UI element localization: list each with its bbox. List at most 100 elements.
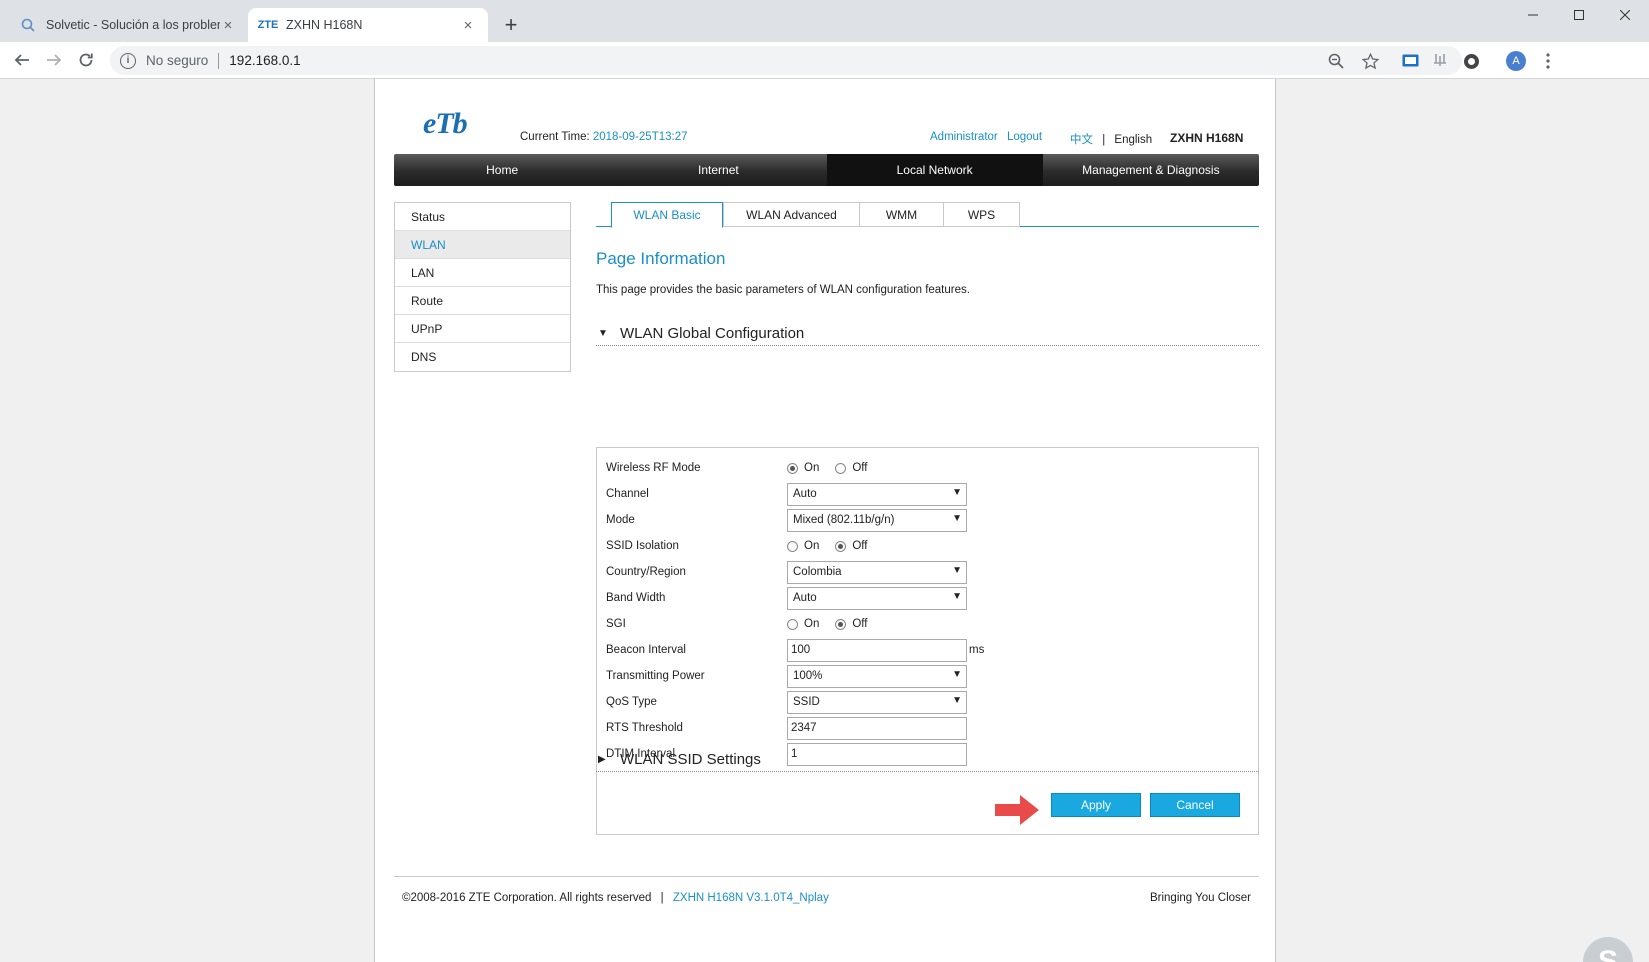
ssid-isolation-radio-group: On Off [787,540,883,552]
forward-arrow-icon[interactable] [40,46,68,74]
etb-logo: eTb [423,107,468,140]
nav-internet[interactable]: Internet [610,154,826,186]
zoom-icon[interactable] [1326,51,1346,71]
extension-icon[interactable] [1430,51,1450,71]
ssid-isolation-on-radio[interactable] [787,540,798,552]
minimize-window-icon[interactable] [1510,0,1556,30]
footer-separator: | [660,892,664,904]
address-bar[interactable]: i No seguro 192.168.0.1 [110,46,1462,75]
qos-type-select[interactable]: SSID ▼ [787,690,967,714]
field-label: Band Width [606,592,666,604]
copyright-text: ©2008-2016 ZTE Corporation. All rights r… [402,892,652,904]
url-text[interactable]: 192.168.0.1 [229,53,300,68]
ssid-isolation-off-radio[interactable] [835,540,847,552]
tab-wlan-advanced[interactable]: WLAN Advanced [723,202,860,227]
row-ssid-isolation: SSID Isolation On Off [606,534,883,558]
row-wireless-rf-mode: Wireless RF Mode On Off [606,456,883,480]
select-value: Auto [793,488,817,500]
rf-mode-on-radio[interactable] [787,462,798,474]
country-select[interactable]: Colombia ▼ [787,560,967,584]
tab-wmm[interactable]: WMM [859,202,944,227]
browser-viewport: eTb Current Time: 2018-09-25T13:27 Admin… [0,79,1649,962]
beacon-interval-input[interactable]: 100 [787,638,967,662]
field-label: Transmitting Power [606,670,705,682]
current-time-label: Current Time: [520,131,590,143]
back-arrow-icon[interactable] [8,46,36,74]
sgi-on-radio[interactable] [787,618,798,630]
browser-tab-solvetic[interactable]: Solvetic - Solución a los problem × [8,8,248,42]
row-transmitting-power: Transmitting Power 100% ▼ [606,664,967,688]
info-icon[interactable]: i [120,52,136,69]
apply-button[interactable]: Apply [1051,793,1141,817]
sidebar-item-status[interactable]: Status [395,203,570,231]
tab-wps[interactable]: WPS [943,202,1020,227]
field-label: Mode [606,514,635,526]
bookmark-star-icon[interactable] [1360,51,1380,71]
section-wlan-global-config[interactable]: ▼ WLAN Global Configuration [596,322,1259,346]
radio-label: On [804,618,820,630]
browser-tab-strip: Solvetic - Solución a los problem × ZTE … [0,0,1649,42]
nav-home[interactable]: Home [394,154,610,186]
radio-label: On [804,462,820,474]
section-title: WLAN Global Configuration [620,325,805,342]
maximize-window-icon[interactable] [1556,0,1602,30]
select-value: 100% [793,670,823,682]
bandwidth-select[interactable]: Auto ▼ [787,586,967,610]
close-tab-icon[interactable]: × [460,17,476,34]
radio-label: Off [852,462,868,474]
tab-wlan-basic[interactable]: WLAN Basic [611,202,723,228]
radio-label: Off [852,618,868,630]
administrator-link[interactable]: Administrator [930,131,998,143]
reload-icon[interactable] [72,46,100,74]
rf-mode-off-radio[interactable] [835,462,847,474]
sidebar-item-upnp[interactable]: UPnP [395,315,570,343]
rf-mode-radio-group: On Off [787,462,883,474]
tx-power-select[interactable]: 100% ▼ [787,664,967,688]
field-label: Country/Region [606,566,686,578]
browser-menu-icon[interactable] [1538,51,1558,71]
main-content: WLAN Basic WLAN Advanced WMM WPS Page In… [596,202,1259,835]
radio-label: On [804,540,820,552]
close-window-icon[interactable] [1602,0,1648,30]
row-sgi: SGI On Off [606,612,883,636]
sgi-radio-group: On Off [787,618,883,630]
new-tab-button[interactable]: + [498,12,524,38]
sgi-off-radio[interactable] [835,618,847,630]
mode-select[interactable]: Mixed (802.11b/g/n) ▼ [787,508,967,532]
row-mode: Mode Mixed (802.11b/g/n) ▼ [606,508,967,532]
channel-select[interactable]: Auto ▼ [787,482,967,506]
section-wlan-ssid-settings[interactable]: ▶ WLAN SSID Settings [596,748,1259,772]
lang-english-link[interactable]: English [1114,134,1152,146]
field-label: Channel [606,488,649,500]
firmware-version-link[interactable]: ZXHN H168N V3.1.0T4_Nplay [673,892,829,904]
page-title: Page Information [596,249,726,268]
dropdown-arrow-icon: ▼ [952,590,962,602]
nav-local-network[interactable]: Local Network [826,154,1043,186]
profile-avatar[interactable]: A [1506,51,1526,71]
logout-link[interactable]: Logout [1007,131,1042,143]
zte-favicon: ZTE [257,19,279,31]
field-label: SSID Isolation [606,540,679,552]
row-qos-type: QoS Type SSID ▼ [606,690,967,714]
lang-chinese-link[interactable]: 中文 [1070,134,1093,146]
select-value: Auto [793,592,817,604]
radio-label: Off [852,540,868,552]
sub-tabs: WLAN Basic WLAN Advanced WMM WPS [596,202,1259,228]
vpn-extension-icon[interactable] [1461,51,1481,71]
sidebar-item-route[interactable]: Route [395,287,570,315]
sidebar-item-dns[interactable]: DNS [395,343,570,371]
sidebar-item-lan[interactable]: LAN [395,259,570,287]
cancel-button[interactable]: Cancel [1150,793,1240,817]
close-tab-icon[interactable]: × [220,17,236,34]
row-band-width: Band Width Auto ▼ [606,586,967,610]
cast-extension-icon[interactable] [1400,51,1420,71]
browser-tab-router[interactable]: ZTE ZXHN H168N × [248,8,488,42]
nav-management-diagnosis[interactable]: Management & Diagnosis [1043,154,1259,186]
sidebar-item-wlan[interactable]: WLAN [395,231,570,259]
dropdown-arrow-icon: ▼ [952,512,962,524]
language-switcher: 中文 | English [1070,131,1152,147]
tab-title: ZXHN H168N [286,18,363,32]
row-rts-threshold: RTS Threshold 2347 [606,716,967,740]
field-label: QoS Type [606,696,657,708]
rts-threshold-input[interactable]: 2347 [787,716,967,740]
